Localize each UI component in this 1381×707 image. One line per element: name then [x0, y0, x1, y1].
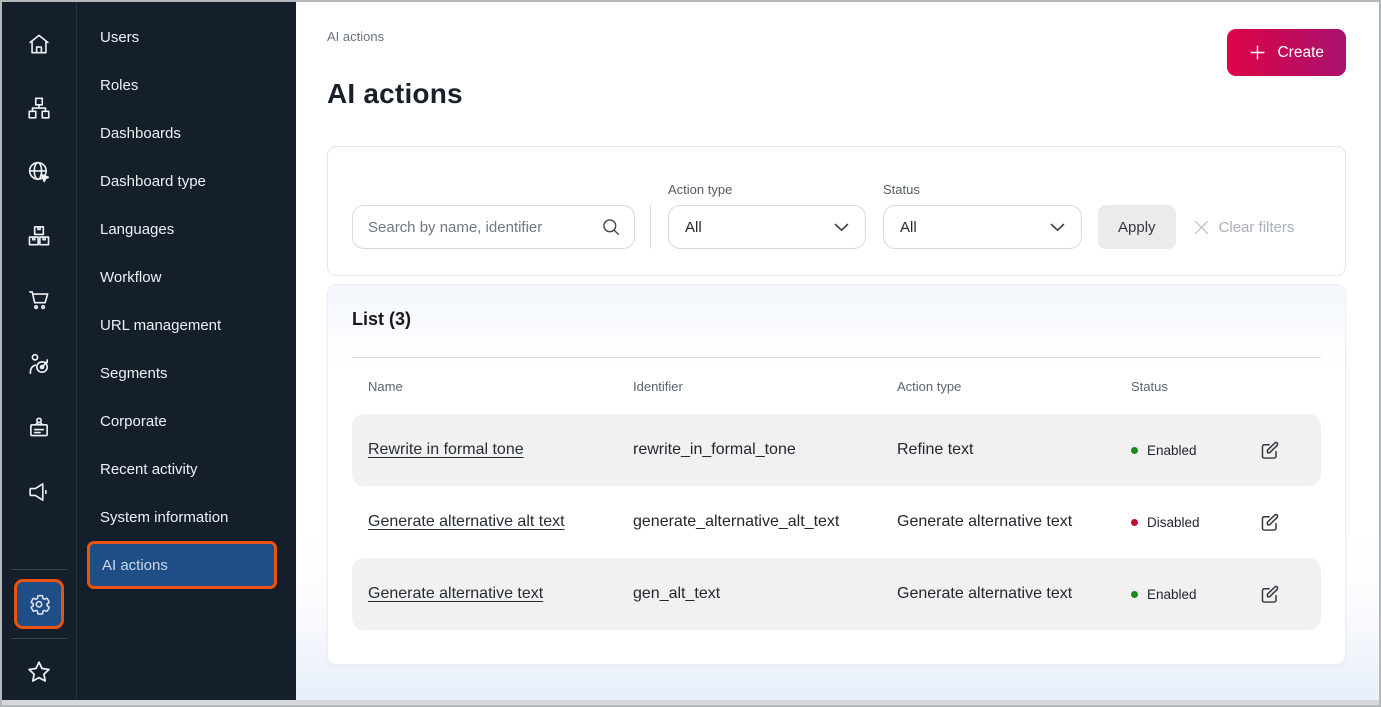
- edit-button[interactable]: [1257, 438, 1301, 463]
- table-row: Generate alternative alt text generate_a…: [352, 486, 1321, 558]
- edit-icon: [1259, 440, 1280, 461]
- sidebar-item-url-management[interactable]: URL management: [77, 301, 296, 349]
- action-type-label: Action type: [668, 182, 866, 197]
- sidebar-item-recent-activity[interactable]: Recent activity: [77, 445, 296, 493]
- column-header-status: Status: [1131, 379, 1257, 394]
- list-heading: List (3): [352, 309, 1321, 330]
- row-name-link[interactable]: Generate alternative text: [368, 585, 633, 603]
- edit-button[interactable]: [1257, 582, 1301, 607]
- plus-icon: [1249, 44, 1266, 61]
- rail-divider-bottom: [11, 638, 67, 639]
- sidebar-item-dashboard-type[interactable]: Dashboard type: [77, 157, 296, 205]
- id-badge-icon[interactable]: [2, 396, 76, 460]
- table-header-row: Name Identifier Action type Status: [352, 358, 1321, 414]
- row-name-link[interactable]: Generate alternative alt text: [368, 513, 633, 531]
- create-button-label: Create: [1277, 44, 1324, 62]
- rail-divider-top: [11, 569, 67, 570]
- sidebar-item-roles[interactable]: Roles: [77, 61, 296, 109]
- status-badge: Enabled: [1131, 443, 1257, 458]
- breadcrumb[interactable]: AI actions: [327, 29, 1346, 44]
- apply-button[interactable]: Apply: [1098, 205, 1176, 249]
- list-card: List (3) Name Identifier Action type Sta…: [327, 284, 1346, 665]
- edit-button[interactable]: [1257, 510, 1301, 535]
- close-icon: [1193, 219, 1210, 236]
- status-dot: [1131, 447, 1138, 454]
- sidebar-item-workflow[interactable]: Workflow: [77, 253, 296, 301]
- globe-cursor-icon[interactable]: [2, 140, 76, 204]
- chevron-down-icon: [834, 223, 849, 232]
- status-select[interactable]: All: [883, 205, 1082, 249]
- row-name-link[interactable]: Rewrite in formal tone: [368, 441, 633, 459]
- packages-icon[interactable]: [2, 204, 76, 268]
- sidebar-item-ai-actions[interactable]: AI actions: [87, 541, 277, 589]
- column-header-identifier: Identifier: [633, 379, 897, 394]
- chevron-down-icon: [1050, 223, 1065, 232]
- window-bottom-edge: [2, 700, 1379, 705]
- sidebar-item-languages[interactable]: Languages: [77, 205, 296, 253]
- row-identifier: gen_alt_text: [633, 585, 897, 603]
- sidebar-item-dashboards[interactable]: Dashboards: [77, 109, 296, 157]
- action-type-value: All: [685, 219, 702, 236]
- create-button[interactable]: Create: [1227, 29, 1346, 76]
- column-header-action-type: Action type: [897, 379, 1131, 394]
- table-row: Generate alternative text gen_alt_text G…: [352, 558, 1321, 630]
- row-action-type: Refine text: [897, 441, 1131, 459]
- status-label: Status: [883, 182, 1082, 197]
- icon-rail: [2, 2, 76, 700]
- app-window: Users Roles Dashboards Dashboard type La…: [2, 2, 1379, 700]
- gear-icon: [26, 591, 52, 617]
- column-header-name: Name: [368, 379, 633, 394]
- table-row: Rewrite in formal tone rewrite_in_formal…: [352, 414, 1321, 486]
- home-icon[interactable]: [2, 12, 76, 76]
- row-action-type: Generate alternative text: [897, 513, 1131, 531]
- page-title: AI actions: [327, 78, 1346, 110]
- filter-card: Action type All Status All Apply: [327, 146, 1346, 276]
- sidebar-item-system-information[interactable]: System information: [77, 493, 296, 541]
- status-text: Disabled: [1147, 515, 1200, 530]
- megaphone-icon[interactable]: [2, 460, 76, 524]
- star-icon[interactable]: [25, 644, 53, 700]
- edit-icon: [1259, 584, 1280, 605]
- clear-filters-button[interactable]: Clear filters: [1193, 205, 1295, 249]
- status-text: Enabled: [1147, 587, 1197, 602]
- edit-icon: [1259, 512, 1280, 533]
- filter-divider: [650, 205, 651, 249]
- status-dot: [1131, 591, 1138, 598]
- status-badge: Enabled: [1131, 587, 1257, 602]
- status-dot: [1131, 519, 1138, 526]
- clear-filters-label: Clear filters: [1219, 219, 1295, 236]
- sidebar-item-segments[interactable]: Segments: [77, 349, 296, 397]
- cart-icon[interactable]: [2, 268, 76, 332]
- target-icon[interactable]: [2, 332, 76, 396]
- status-value: All: [900, 219, 917, 236]
- action-type-select[interactable]: All: [668, 205, 866, 249]
- row-identifier: rewrite_in_formal_tone: [633, 441, 897, 459]
- status-text: Enabled: [1147, 443, 1197, 458]
- settings-highlight[interactable]: [14, 579, 64, 629]
- status-badge: Disabled: [1131, 515, 1257, 530]
- settings-menu: Users Roles Dashboards Dashboard type La…: [76, 2, 296, 700]
- sidebar-item-users[interactable]: Users: [77, 13, 296, 61]
- sidebar-item-corporate[interactable]: Corporate: [77, 397, 296, 445]
- row-action-type: Generate alternative text: [897, 585, 1131, 603]
- row-identifier: generate_alternative_alt_text: [633, 513, 897, 531]
- search-input[interactable]: [352, 205, 635, 249]
- main-content: AI actions Create AI actions Action type…: [296, 2, 1379, 700]
- org-chart-icon[interactable]: [2, 76, 76, 140]
